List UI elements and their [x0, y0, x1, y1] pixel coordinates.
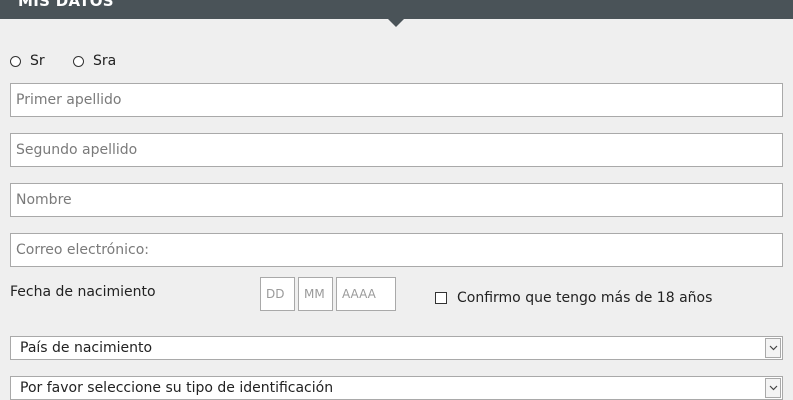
header-pointer-icon [388, 19, 404, 27]
section-title: MIS DATOS [18, 0, 114, 10]
birth-day-input[interactable] [260, 277, 295, 311]
age-confirm-label: Confirmo que tengo más de 18 años [457, 290, 713, 306]
age-confirm-checkbox[interactable] [435, 292, 447, 304]
birth-country-selected-value: País de nacimiento [20, 340, 153, 356]
chevron-down-icon [769, 385, 777, 391]
chevron-down-icon [769, 345, 777, 351]
second-surname-input[interactable] [10, 133, 783, 167]
radio-option-sr[interactable]: Sr [10, 51, 45, 71]
radio-button-sra[interactable] [73, 55, 84, 67]
radio-label-sra: Sra [93, 53, 117, 69]
radio-button-sr[interactable] [10, 55, 21, 67]
birth-date-label: Fecha de nacimiento [10, 284, 156, 300]
id-type-dropdown-button[interactable] [765, 378, 781, 398]
radio-label-sr: Sr [30, 53, 45, 69]
section-header: MIS DATOS [0, 0, 793, 19]
birth-year-input[interactable] [336, 277, 396, 311]
email-input[interactable] [10, 233, 783, 267]
id-type-select[interactable]: Por favor seleccione su tipo de identifi… [10, 376, 783, 400]
birth-month-input[interactable] [298, 277, 333, 311]
radio-option-sra[interactable]: Sra [73, 51, 116, 71]
id-type-selected-value: Por favor seleccione su tipo de identifi… [20, 380, 334, 396]
birth-country-dropdown-button[interactable] [765, 338, 781, 358]
first-surname-input[interactable] [10, 83, 783, 117]
age-confirm-checkbox-group[interactable]: Confirmo que tengo más de 18 años [435, 290, 712, 306]
name-input[interactable] [10, 183, 783, 217]
birth-country-select[interactable]: País de nacimiento [10, 336, 783, 360]
